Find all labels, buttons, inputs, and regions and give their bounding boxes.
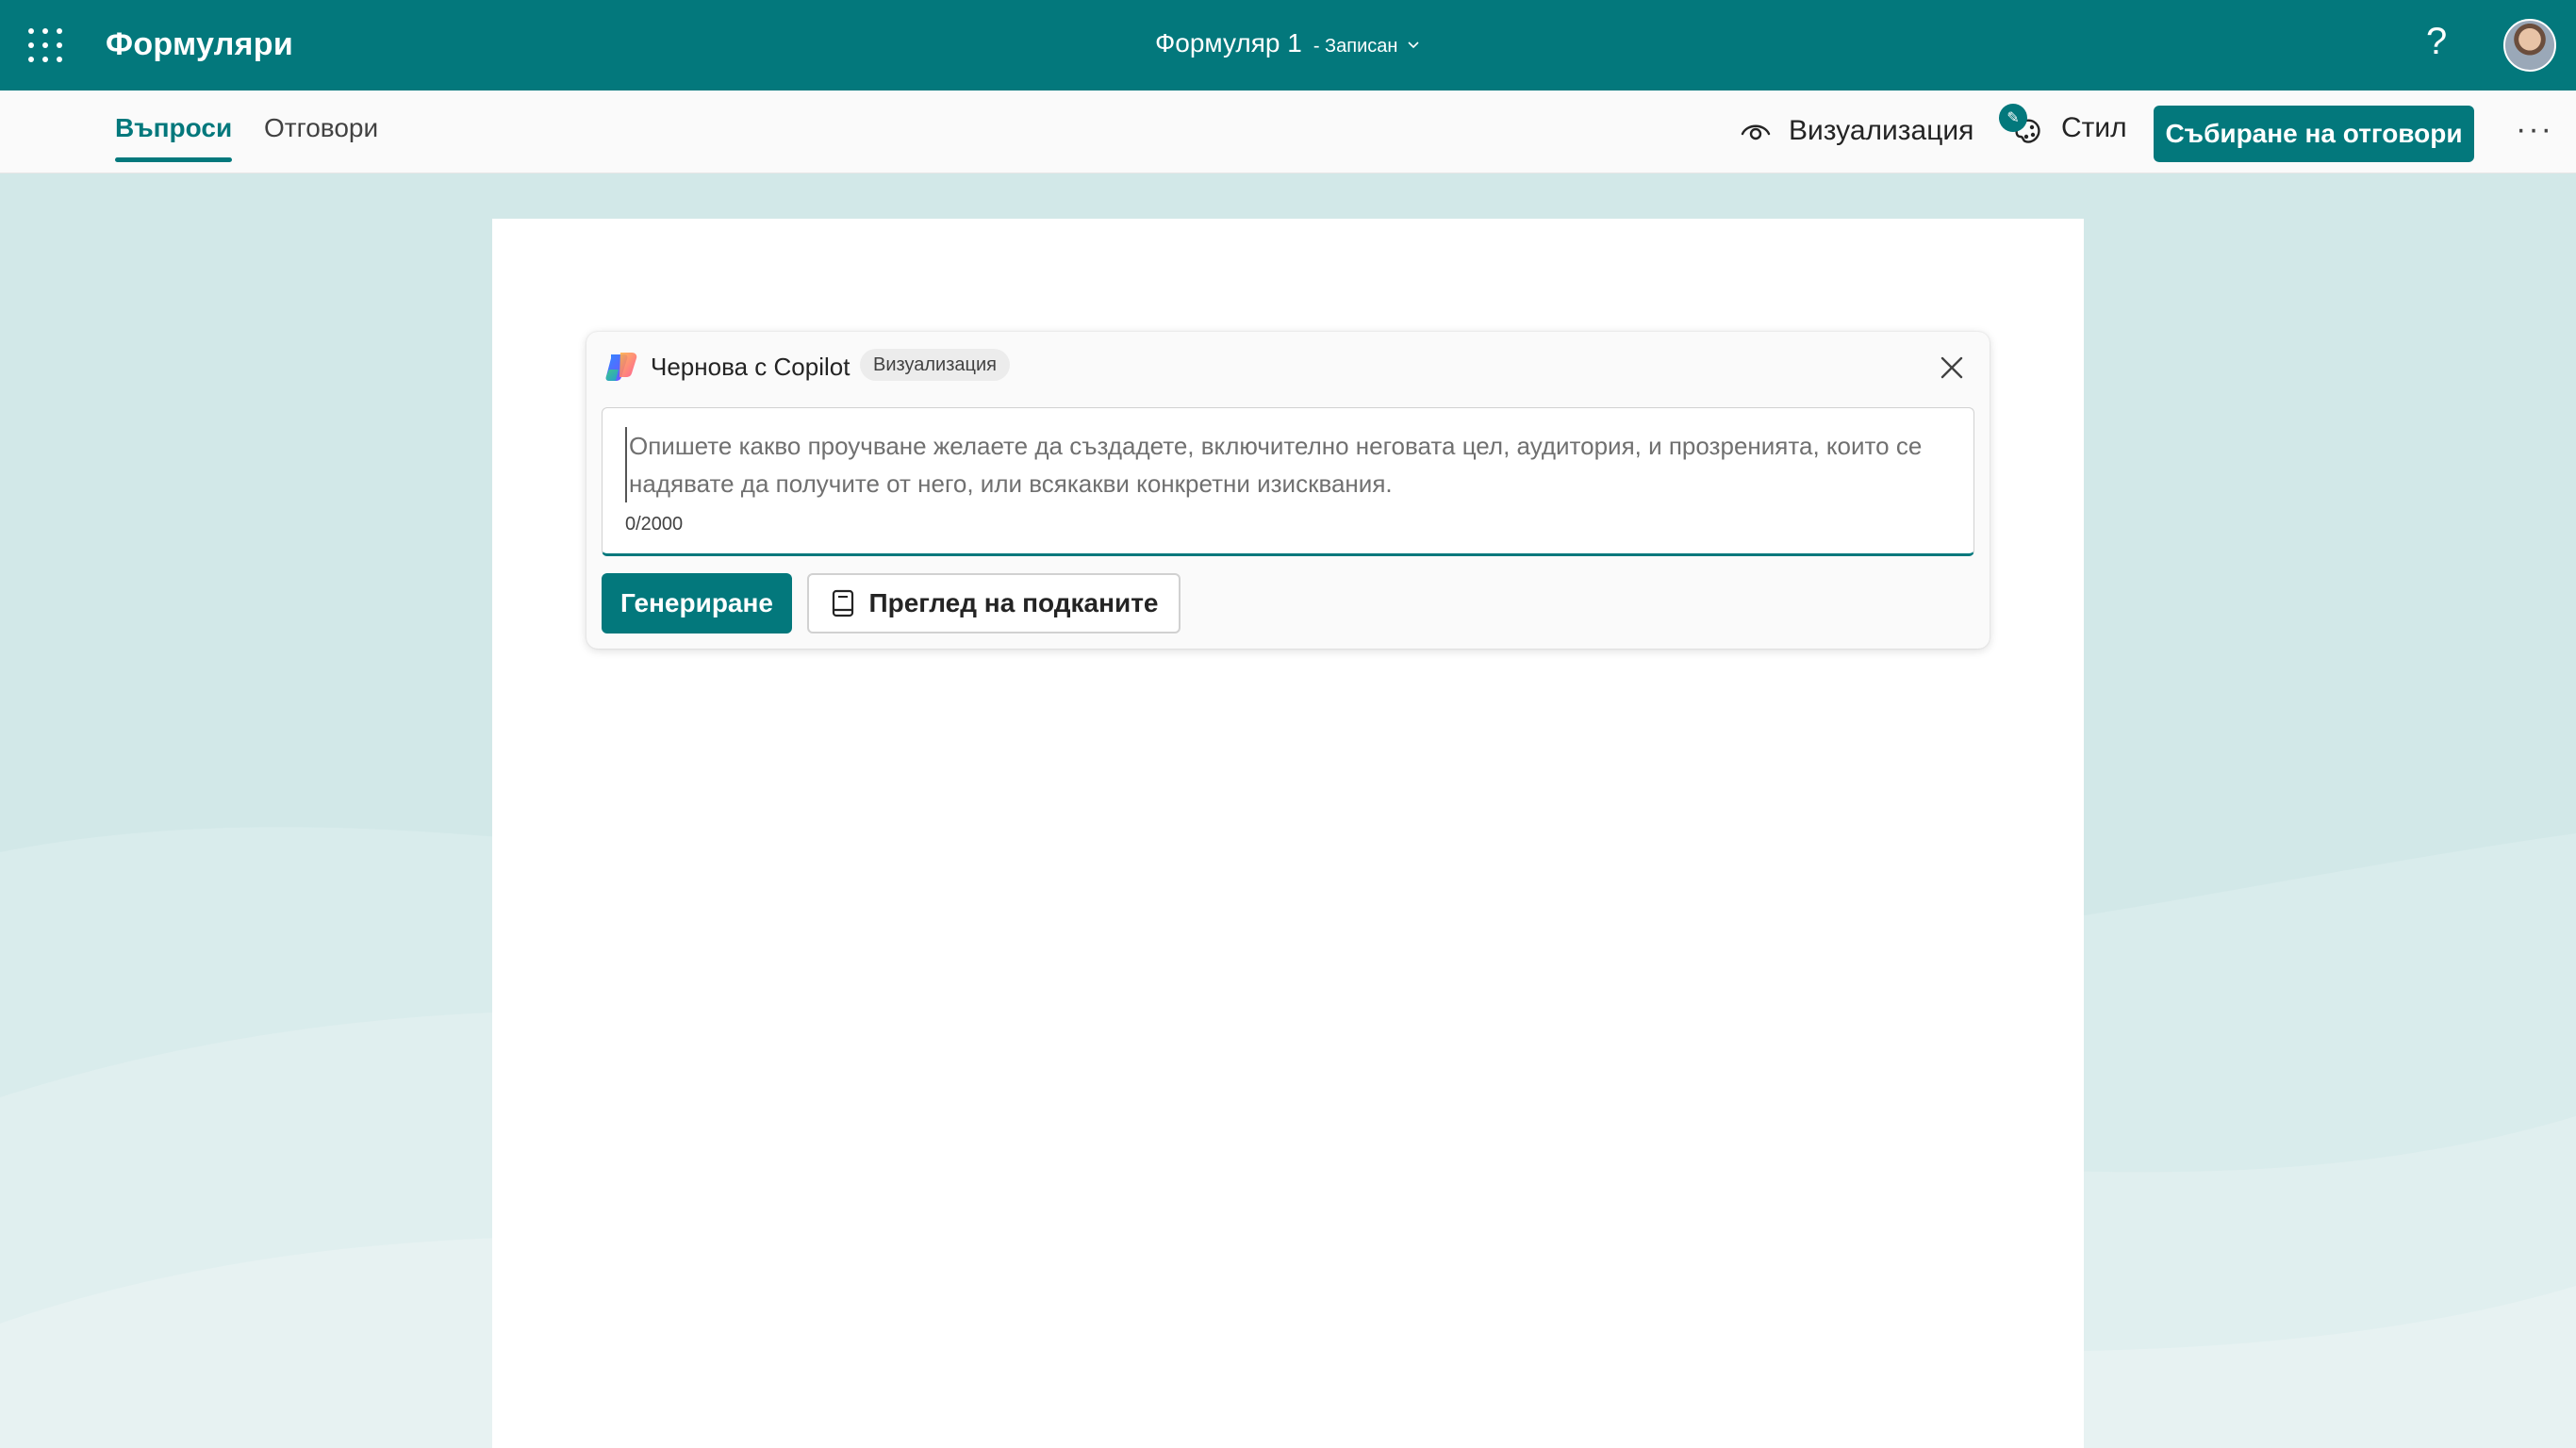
tab-questions[interactable]: Въпроси xyxy=(115,113,233,162)
character-counter: 0/2000 xyxy=(625,514,684,535)
preview-label: Визуализация xyxy=(1789,115,1974,146)
waffle-icon[interactable] xyxy=(28,28,62,62)
chevron-down-icon xyxy=(1408,41,1419,49)
view-prompts-label: Преглед на подканите xyxy=(868,588,1159,617)
generate-button[interactable]: Генериране xyxy=(602,573,792,634)
app-header: Формуляри Формуляр 1 - Записан ? xyxy=(0,0,2576,90)
prompt-textarea[interactable]: Опишете какво проучване желаете да създа… xyxy=(602,407,1974,556)
style-button[interactable]: ✎ Стил xyxy=(1999,104,2127,153)
tab-responses[interactable]: Отговори xyxy=(264,113,378,143)
eye-icon xyxy=(1741,124,1771,140)
document-title: Формуляр 1 xyxy=(1155,28,1302,58)
copilot-icon xyxy=(605,353,637,381)
help-icon[interactable]: ? xyxy=(2426,21,2447,63)
avatar[interactable] xyxy=(2503,19,2556,72)
command-bar: Въпроси Отговори Визуализация ✎ Стил Съб… xyxy=(0,90,2576,173)
preview-button[interactable]: Визуализация xyxy=(1740,115,1973,147)
view-prompts-button[interactable]: Преглед на подканите xyxy=(807,573,1181,634)
close-icon[interactable] xyxy=(1937,353,1967,383)
preview-badge: Визуализация xyxy=(860,349,1010,381)
copilot-title: Чернова с Copilot xyxy=(651,353,850,381)
book-icon xyxy=(832,589,853,617)
app-name[interactable]: Формуляри xyxy=(106,26,293,63)
prompt-placeholder: Опишете какво проучване желаете да създа… xyxy=(625,427,1945,502)
style-label: Стил xyxy=(2061,112,2127,143)
new-badge-icon: ✎ xyxy=(1999,104,2027,132)
document-title-menu[interactable]: Формуляр 1 - Записан xyxy=(1155,28,1420,58)
copilot-draft-panel: Чернова с Copilot Визуализация Опишете к… xyxy=(586,332,1990,649)
more-options-icon[interactable]: ··· xyxy=(2516,111,2553,148)
save-status: - Записан xyxy=(1313,36,1398,57)
collect-responses-button[interactable]: Събиране на отговори xyxy=(2154,106,2474,162)
